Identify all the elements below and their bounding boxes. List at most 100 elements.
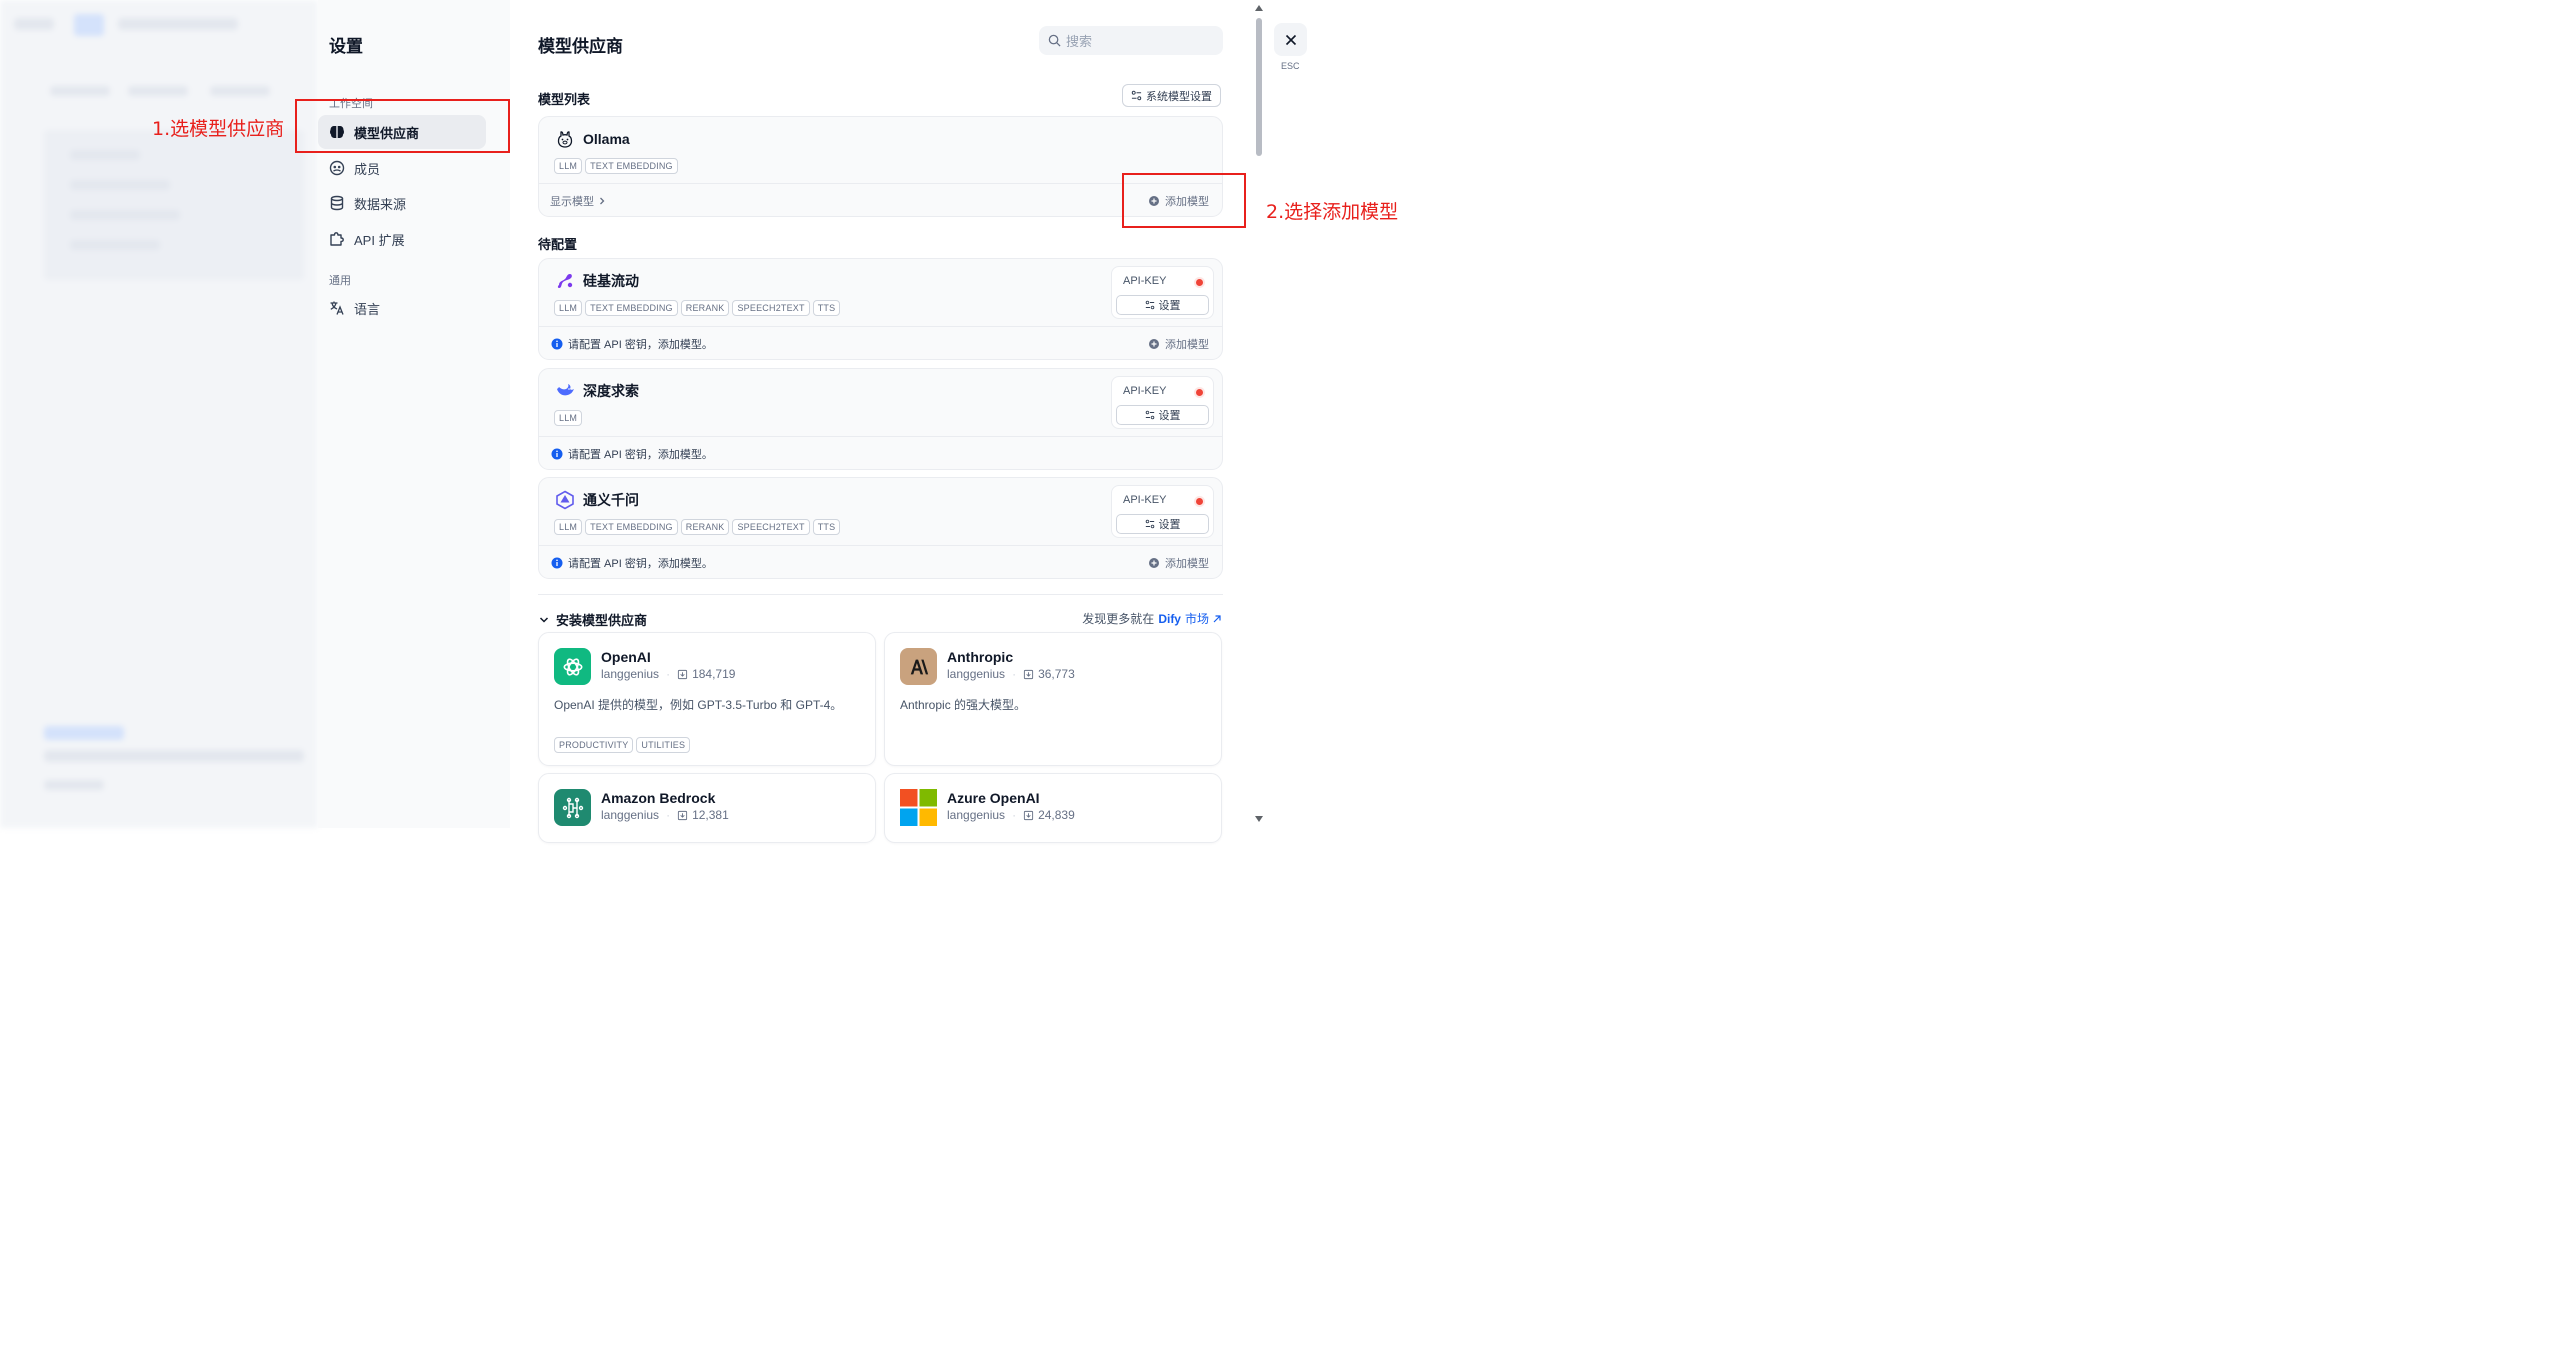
tag: PRODUCTIVITY bbox=[554, 737, 634, 753]
config-hint: 请配置 API 密钥，添加模型。 bbox=[551, 555, 713, 571]
api-key-box: API-KEY 设置 bbox=[1111, 485, 1214, 538]
add-model-button-tongyi[interactable]: 添加模型 bbox=[1148, 555, 1209, 571]
tag: TTS bbox=[812, 300, 841, 316]
download-icon bbox=[1023, 810, 1034, 820]
add-model-button-siliconflow[interactable]: 添加模型 bbox=[1148, 336, 1209, 352]
install-count: 184,719 bbox=[692, 667, 736, 681]
provider-name: 深度求索 bbox=[583, 383, 639, 399]
status-dot bbox=[1196, 389, 1203, 396]
external-link-icon bbox=[1213, 614, 1221, 622]
dify-marketplace-link[interactable]: 发现更多就在 Dify 市场 bbox=[1082, 610, 1222, 627]
model-list-label: 模型列表 bbox=[538, 92, 591, 107]
tag: SPEECH2TEXT bbox=[732, 300, 810, 316]
scrollbar[interactable] bbox=[1252, 0, 1266, 828]
install-count: 24,839 bbox=[1038, 808, 1075, 822]
sidebar-item-data-source[interactable]: 数据来源 bbox=[318, 186, 486, 220]
database-icon bbox=[330, 195, 344, 211]
scroll-up-arrow[interactable] bbox=[1255, 5, 1263, 11]
provider-card-ollama: Ollama LLM TEXT EMBEDDING 显示模型 添加模型 bbox=[538, 116, 1223, 217]
info-icon bbox=[551, 448, 563, 460]
chevron-down-icon bbox=[539, 616, 549, 623]
tag: UTILITIES bbox=[636, 737, 691, 753]
sliders-icon bbox=[1145, 300, 1154, 310]
config-hint: 请配置 API 密钥，添加模型。 bbox=[551, 446, 713, 462]
plugin-author: langgenius bbox=[601, 667, 660, 681]
annotation-box-step1 bbox=[295, 99, 510, 153]
translate-icon bbox=[330, 301, 344, 315]
setup-button-siliconflow[interactable]: 设置 bbox=[1116, 295, 1209, 315]
sidebar-item-language[interactable]: 语言 bbox=[318, 291, 486, 325]
search-placeholder: 搜索 bbox=[1066, 34, 1093, 49]
system-model-settings-button[interactable]: 系统模型设置 bbox=[1122, 84, 1221, 107]
capability-tags: LLM TEXT EMBEDDING RERANK SPEECH2TEXT TT… bbox=[554, 300, 843, 316]
tag: LLM bbox=[554, 519, 583, 535]
plugin-name: Amazon Bedrock bbox=[601, 790, 716, 806]
provider-card-siliconflow: 硅基流动 LLM TEXT EMBEDDING RERANK SPEECH2TE… bbox=[538, 258, 1223, 360]
show-models-button[interactable]: 显示模型 bbox=[550, 193, 607, 209]
provider-name: Ollama bbox=[583, 131, 630, 147]
divider bbox=[538, 594, 1223, 595]
plugin-author: langgenius bbox=[947, 808, 1006, 822]
plugin-card-openai[interactable]: OpenAI langgenius · 184,719 OpenAI 提供的模型… bbox=[538, 632, 876, 766]
annotation-step1: 1.选模型供应商 bbox=[152, 118, 285, 140]
tag: LLM bbox=[554, 300, 583, 316]
sliders-icon bbox=[1131, 90, 1142, 101]
tag: TEXT EMBEDDING bbox=[585, 300, 678, 316]
sidebar-item-label: 成员 bbox=[354, 161, 381, 177]
capability-tags: LLM bbox=[554, 410, 585, 426]
capability-tags: LLM TEXT EMBEDDING bbox=[554, 158, 681, 174]
tag: TEXT EMBEDDING bbox=[585, 158, 678, 174]
status-dot bbox=[1196, 279, 1203, 286]
info-icon bbox=[551, 557, 563, 569]
close-button[interactable] bbox=[1274, 23, 1307, 56]
tongyi-icon bbox=[556, 490, 574, 510]
ollama-icon bbox=[557, 131, 573, 148]
plugin-name: OpenAI bbox=[601, 649, 651, 665]
plus-circle-icon bbox=[1149, 558, 1159, 568]
search-icon bbox=[1048, 34, 1061, 47]
sidebar-item-label: 语言 bbox=[354, 301, 381, 317]
download-icon bbox=[1023, 669, 1034, 679]
setup-button-tongyi[interactable]: 设置 bbox=[1116, 514, 1209, 534]
install-count: 36,773 bbox=[1038, 667, 1075, 681]
download-icon bbox=[677, 669, 688, 679]
annotation-step2: 2.选择添加模型 bbox=[1266, 201, 1399, 223]
microsoft-logo-icon bbox=[900, 789, 937, 826]
tag: RERANK bbox=[680, 300, 730, 316]
sliders-icon bbox=[1145, 410, 1154, 420]
sidebar-item-api-extension[interactable]: API 扩展 bbox=[318, 222, 486, 256]
tag: TTS bbox=[812, 519, 841, 535]
provider-name: 硅基流动 bbox=[583, 273, 639, 289]
plugin-card-azure-openai[interactable]: Azure OpenAI langgenius · 24,839 bbox=[884, 773, 1222, 843]
provider-card-tongyi: 通义千问 LLM TEXT EMBEDDING RERANK SPEECH2TE… bbox=[538, 477, 1223, 579]
plugin-name: Azure OpenAI bbox=[947, 790, 1040, 806]
scrollbar-thumb[interactable] bbox=[1256, 18, 1262, 156]
annotation-box-step2 bbox=[1122, 173, 1246, 228]
sliders-icon bbox=[1145, 519, 1154, 529]
tag: TEXT EMBEDDING bbox=[585, 519, 678, 535]
sidebar-item-label: 数据来源 bbox=[354, 196, 407, 212]
setup-button-deepseek[interactable]: 设置 bbox=[1116, 405, 1209, 425]
search-input[interactable]: 搜索 bbox=[1039, 26, 1223, 55]
sidebar-item-members[interactable]: 成员 bbox=[318, 151, 486, 185]
puzzle-icon bbox=[330, 232, 344, 246]
model-provider-panel: 模型供应商 搜索 模型列表 系统模型设置 Ollama LLM TEXT EMB… bbox=[510, 0, 1252, 843]
chevron-right-icon bbox=[600, 197, 605, 205]
plugin-card-anthropic[interactable]: Anthropic langgenius · 36,773 Anthropic … bbox=[884, 632, 1222, 766]
install-count: 12,381 bbox=[692, 808, 729, 822]
tag: LLM bbox=[554, 158, 583, 174]
pending-label: 待配置 bbox=[538, 237, 578, 252]
api-key-box: API-KEY 设置 bbox=[1111, 376, 1214, 429]
capability-tags: LLM TEXT EMBEDDING RERANK SPEECH2TEXT TT… bbox=[554, 519, 843, 535]
plugin-card-amazon-bedrock[interactable]: Amazon Bedrock langgenius · 12,381 bbox=[538, 773, 876, 843]
page-title: 模型供应商 bbox=[538, 37, 623, 56]
plugin-name: Anthropic bbox=[947, 649, 1014, 665]
close-icon bbox=[1285, 34, 1296, 45]
tag: SPEECH2TEXT bbox=[732, 519, 810, 535]
esc-label: ESC bbox=[1281, 61, 1300, 71]
bedrock-logo-icon bbox=[554, 789, 591, 826]
scroll-down-arrow[interactable] bbox=[1255, 816, 1263, 822]
tag: RERANK bbox=[680, 519, 730, 535]
status-dot bbox=[1196, 498, 1203, 505]
install-providers-toggle[interactable]: 安装模型供应商 bbox=[538, 610, 647, 629]
